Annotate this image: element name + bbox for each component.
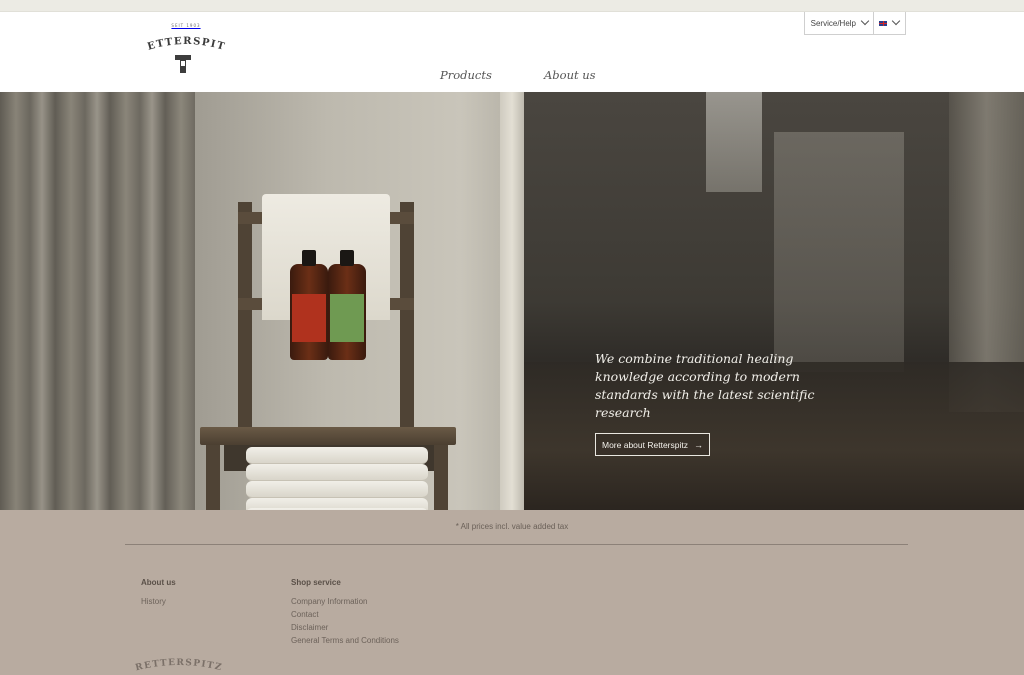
uk-flag-icon	[879, 20, 887, 26]
arrow-right-icon: →	[693, 439, 703, 450]
footer-column-about: About us History	[141, 578, 176, 608]
footer-link-contact[interactable]: Contact	[291, 610, 319, 619]
more-about-button[interactable]: More about Retterspitz →	[595, 433, 710, 456]
footer-link-disclaimer[interactable]: Disclaimer	[291, 623, 328, 632]
site-header: SEIT 1903 RETTERSPITZ Service/Help Produ…	[0, 12, 1024, 92]
footer-link-company-information[interactable]: Company Information	[291, 597, 367, 606]
svg-text:RETTERSPITZ: RETTERSPITZ	[140, 28, 227, 53]
footer-column-title: Shop service	[291, 578, 341, 587]
footer-divider	[125, 544, 908, 545]
green-bottle-image	[328, 250, 366, 360]
footer-column-shop-service: Shop service Company Information Contact…	[291, 578, 399, 647]
svg-text:RETTERSPITZ: RETTERSPITZ	[134, 658, 223, 673]
hero-copy: We combine traditional healing knowledge…	[595, 350, 855, 456]
doorframe-image	[500, 92, 524, 510]
curtain-image	[0, 92, 195, 510]
chevron-down-icon	[891, 16, 901, 26]
service-help-label: Service/Help	[810, 18, 856, 28]
folded-linens-image	[246, 447, 428, 510]
nav-item-products[interactable]: Products	[440, 68, 492, 82]
nav-item-about-us[interactable]: About us	[544, 68, 596, 82]
more-about-label: More about Retterspitz	[602, 439, 688, 450]
utility-bar: Service/Help	[803, 12, 906, 35]
footer-logo: RETTERSPITZ	[134, 658, 223, 673]
brand-wordmark: RETTERSPITZ	[140, 28, 227, 53]
main-nav: Products About us	[0, 68, 1024, 84]
hero-headline: We combine traditional healing knowledge…	[595, 351, 815, 420]
language-dropdown[interactable]	[874, 12, 905, 34]
top-strip	[0, 0, 1024, 12]
red-bottle-image	[290, 250, 328, 360]
footer-link-terms[interactable]: General Terms and Conditions	[291, 636, 399, 645]
footer-column-title: About us	[141, 578, 176, 587]
chevron-down-icon	[860, 16, 870, 26]
service-help-dropdown[interactable]: Service/Help	[805, 12, 874, 34]
tax-note: * All prices incl. value added tax	[455, 522, 569, 531]
footer-link-history[interactable]: History	[141, 597, 166, 606]
hero-banner: We combine traditional healing knowledge…	[0, 92, 1024, 510]
site-footer: * All prices incl. value added tax About…	[0, 510, 1024, 675]
